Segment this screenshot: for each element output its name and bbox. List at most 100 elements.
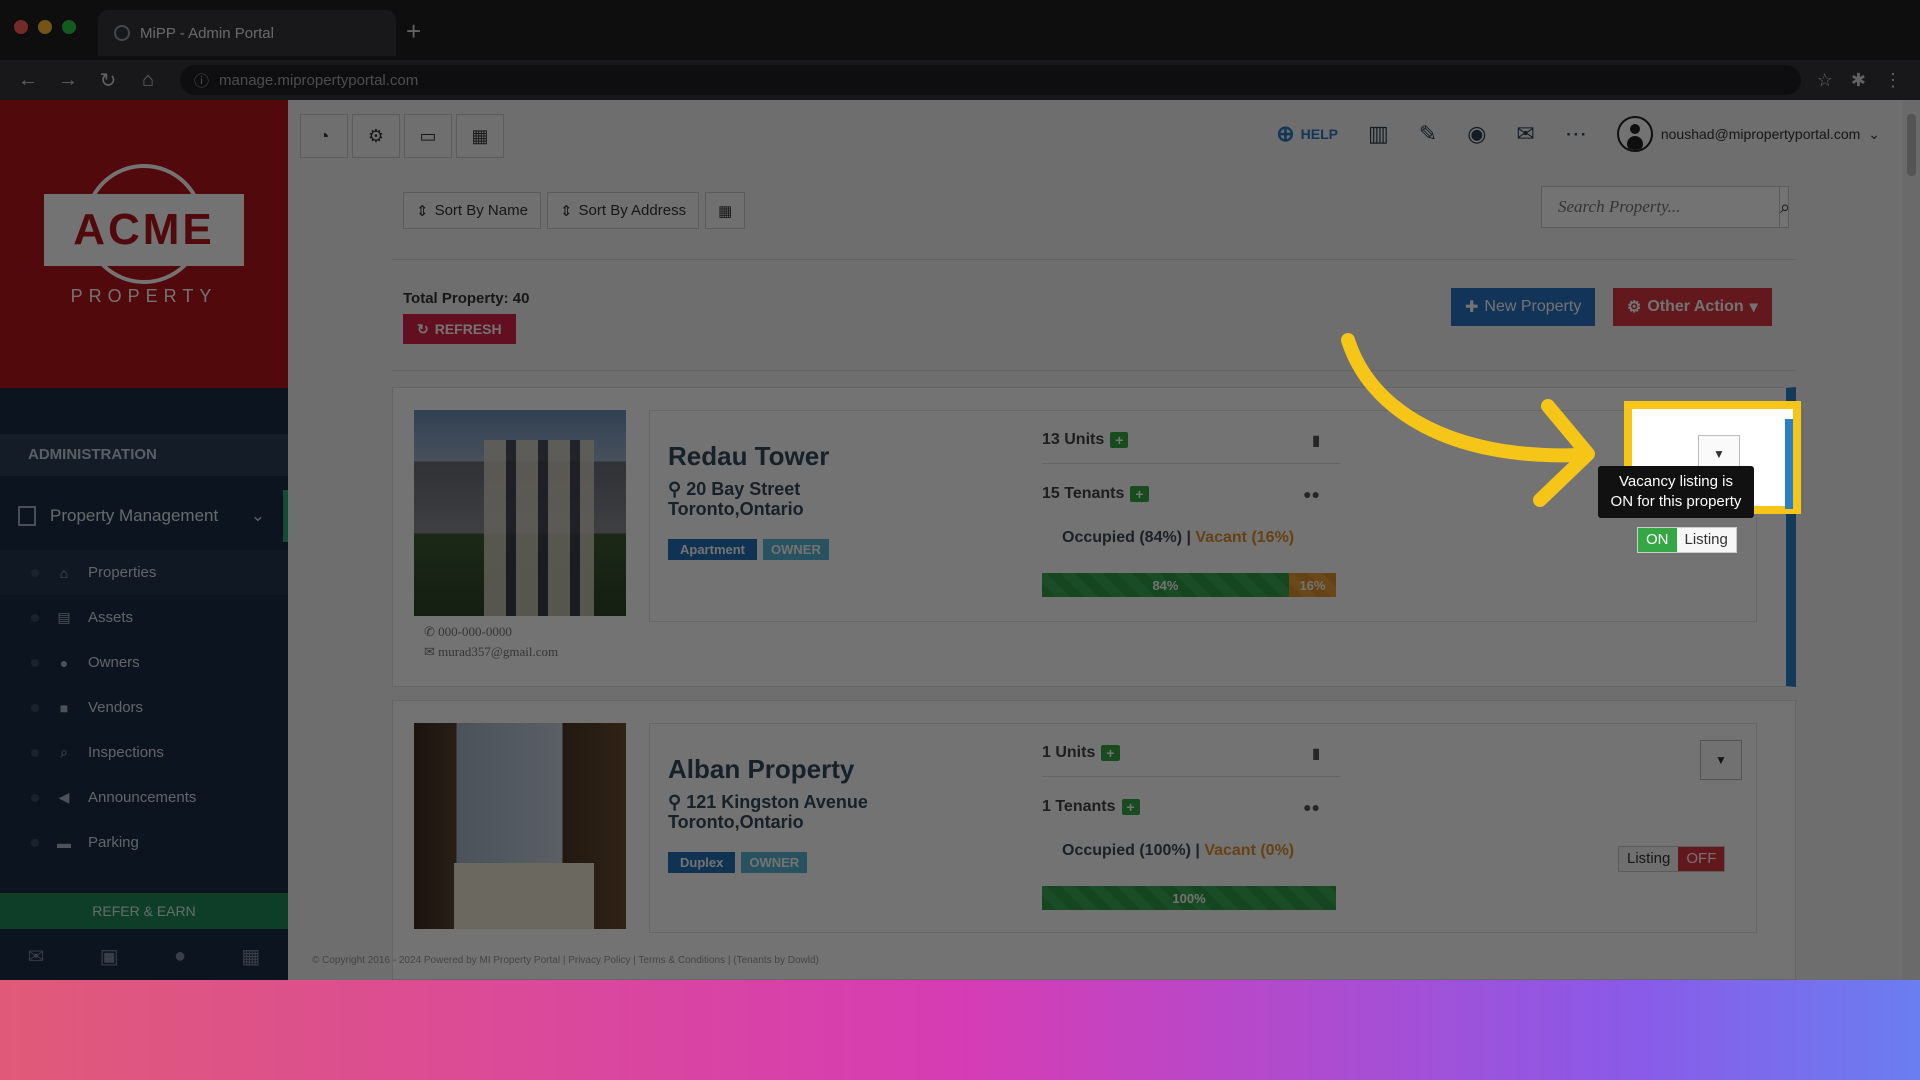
- property-photo[interactable]: [414, 723, 626, 929]
- browser-window: MiPP - Admin Portal + ← → ↻ ⌂ ⓘ manage.m…: [0, 0, 1920, 980]
- new-tab-button[interactable]: +: [406, 18, 421, 44]
- dashboard-icon[interactable]: ◔: [300, 114, 348, 158]
- user-icon[interactable]: ●: [174, 945, 186, 968]
- add-tenant-button[interactable]: +: [1121, 799, 1140, 815]
- group-label: Property Management: [50, 506, 219, 525]
- sidebar-item-owners[interactable]: ● Owners: [0, 640, 288, 685]
- property-address: ⚲ 20 Bay Street Toronto,Ontario: [668, 479, 804, 519]
- grid-view-button[interactable]: ▦: [705, 192, 746, 229]
- sidebar-item-parking[interactable]: ▬ Parking: [0, 820, 288, 865]
- user-email: noushad@mipropertyportal.com: [1660, 126, 1861, 142]
- occupancy-text: Occupied (84%) | Vacant (16%): [1062, 529, 1295, 546]
- briefcase-icon[interactable]: ▣: [100, 944, 119, 969]
- property-name[interactable]: Alban Property: [668, 754, 854, 785]
- sidebar-item-assets[interactable]: ▤ Assets: [0, 595, 288, 640]
- property-details: Alban Property ⚲ 121 Kingston Avenue Tor…: [649, 723, 1757, 933]
- search-icon: ⌕: [60, 744, 68, 760]
- archive-icon: ▤: [57, 609, 71, 625]
- bar-chart-icon[interactable]: ▥: [1368, 121, 1389, 147]
- property-type-badge: Duplex: [668, 852, 736, 873]
- scroll-thumb[interactable]: [1907, 114, 1916, 176]
- property-actions-dropdown[interactable]: ▼: [1700, 740, 1742, 780]
- refresh-button[interactable]: ↻ REFRESH: [403, 314, 516, 344]
- browser-menu-icon[interactable]: ⋮: [1884, 70, 1902, 91]
- megaphone-icon: ◀: [58, 789, 70, 805]
- tenants-row: 15 Tenants + ●●: [1042, 485, 1320, 502]
- bookmark-star-icon[interactable]: ☆: [1817, 70, 1833, 91]
- vacant-segment: 16%: [1288, 573, 1336, 597]
- add-unit-button[interactable]: +: [1101, 745, 1120, 761]
- sidebar-item-vendors[interactable]: ■ Vendors: [0, 685, 288, 730]
- back-icon[interactable]: ←: [12, 64, 44, 96]
- listing-toggle[interactable]: Listing OFF: [1618, 846, 1726, 872]
- calculator-icon[interactable]: ▦: [456, 114, 504, 158]
- total-property: Total Property: 40: [403, 290, 530, 307]
- briefcase-icon: ■: [59, 699, 69, 716]
- gear-icon[interactable]: ⚙: [352, 114, 400, 158]
- property-email[interactable]: ✉ murad357@gmail.com: [424, 644, 558, 660]
- listing-toggle[interactable]: ON Listing: [1637, 527, 1737, 553]
- browser-tab[interactable]: MiPP - Admin Portal: [98, 10, 396, 56]
- units-row: 13 Units + ▮: [1042, 431, 1340, 464]
- mail-icon[interactable]: ✉: [28, 944, 45, 969]
- calculator-icon[interactable]: ▦: [241, 944, 260, 969]
- building-icon: ▮: [1312, 431, 1320, 448]
- avatar: [1616, 116, 1653, 152]
- extensions-icon[interactable]: ✱: [1851, 70, 1866, 91]
- add-unit-button[interactable]: +: [1110, 432, 1129, 448]
- chevron-down-icon: ⌄: [250, 506, 265, 525]
- logo[interactable]: ACME PROPERTY: [0, 100, 288, 388]
- sort-controls: ⇕ Sort By Name ⇕ Sort By Address ▦: [403, 192, 746, 229]
- units-row: 1 Units + ▮: [1042, 744, 1340, 777]
- occupied-segment: 100%: [1042, 886, 1336, 910]
- sidebar-item-inspections[interactable]: ⌕ Inspections: [0, 730, 288, 775]
- eye-icon[interactable]: ◉: [1467, 121, 1486, 147]
- toggle-label: Listing: [1619, 847, 1679, 871]
- plus-icon: ✚: [1465, 299, 1479, 316]
- forward-icon[interactable]: →: [52, 64, 84, 96]
- sidebar-nav: ⌂ Properties ▤ Assets ● Owners ■ Vendors ⌕ In…: [0, 550, 288, 865]
- property-name[interactable]: Redau Tower: [668, 441, 829, 472]
- page-scrollbar[interactable]: [1902, 100, 1920, 980]
- user-icon: ●: [59, 654, 69, 671]
- property-management-group[interactable]: Property Management ⌄: [0, 490, 288, 542]
- car-icon: ▬: [57, 834, 71, 851]
- owner-badge[interactable]: OWNER: [741, 852, 808, 873]
- property-photo[interactable]: [414, 410, 626, 616]
- add-tenant-button[interactable]: +: [1130, 486, 1149, 502]
- calendar-icon[interactable]: ▭: [404, 114, 452, 158]
- close-window-button[interactable]: [14, 20, 28, 34]
- minimize-window-button[interactable]: [38, 20, 52, 34]
- sidebar: ACME PROPERTY ADMINISTRATION Property Ma…: [0, 100, 288, 980]
- maximize-window-button[interactable]: [62, 20, 76, 34]
- search-icon[interactable]: ⌕: [1779, 187, 1790, 227]
- admin-section-header: ADMINISTRATION: [0, 434, 288, 476]
- toggle-on: ON: [1638, 528, 1677, 552]
- map-pin-icon: ⚲: [668, 792, 682, 812]
- search-input[interactable]: [1542, 187, 1779, 227]
- owner-badge[interactable]: OWNER: [763, 539, 829, 560]
- reload-icon[interactable]: ↻: [92, 64, 124, 96]
- building-icon: [18, 506, 36, 526]
- sidebar-item-announcements[interactable]: ◀ Announcements: [0, 775, 288, 820]
- sort-by-name-button[interactable]: ⇕ Sort By Name: [403, 192, 541, 229]
- home-icon[interactable]: ⌂: [132, 64, 164, 96]
- occupied-segment: 84%: [1042, 573, 1289, 597]
- top-actions: ⊕ HELP ▥ ✎ ◉ ✉ ⋯ noushad@mipropertyporta…: [1276, 116, 1880, 152]
- gear-icon: ⚙: [1627, 299, 1642, 316]
- occupancy-bar: 100%: [1042, 886, 1336, 910]
- address-bar[interactable]: ⓘ manage.mipropertyportal.com: [180, 65, 1801, 95]
- site-info-icon[interactable]: ⓘ: [194, 70, 209, 91]
- property-card: Alban Property ⚲ 121 Kingston Avenue Tor…: [392, 700, 1796, 980]
- sidebar-item-properties[interactable]: ⌂ Properties: [0, 550, 288, 595]
- toggle-label: Listing: [1676, 528, 1736, 552]
- pointer-arrow: [1341, 333, 1595, 507]
- user-menu[interactable]: noushad@mipropertyportal.com ⌄: [1616, 116, 1880, 152]
- refer-earn-button[interactable]: REFER & EARN: [0, 893, 288, 929]
- envelope-icon[interactable]: ✉: [1516, 121, 1534, 147]
- wrench-icon[interactable]: ✎: [1419, 121, 1437, 147]
- help-button[interactable]: ⊕ HELP: [1276, 121, 1338, 147]
- other-action-button[interactable]: ⚙ Other Action ▾: [1613, 288, 1772, 326]
- sort-by-address-button[interactable]: ⇕ Sort By Address: [546, 192, 700, 229]
- more-icon[interactable]: ⋯: [1565, 121, 1587, 147]
